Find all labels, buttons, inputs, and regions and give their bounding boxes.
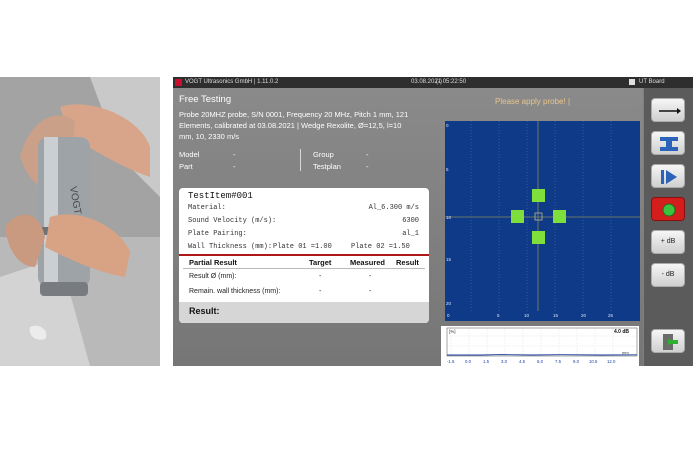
graph-x-tick: 4.5 bbox=[519, 359, 526, 364]
ascan-y-tick: 0 bbox=[446, 123, 449, 128]
result-diameter-label: Result Ø (mm): bbox=[189, 273, 237, 280]
page-title: Free Testing bbox=[179, 94, 232, 105]
signal-graph[interactable]: [%] 4.0 dB mm -1.5 0.0 1.5 3.0 4.5 6.0 7… bbox=[441, 326, 639, 366]
marker-top bbox=[532, 189, 545, 202]
graph-x-tick: 9.0 bbox=[573, 359, 580, 364]
sidebar: + dB - dB bbox=[644, 88, 693, 366]
remain-wall-measured: - bbox=[369, 288, 372, 295]
title-bar: VOGT Ultrasonics GmbH | 1.11.0.2 03.08.2… bbox=[173, 77, 693, 88]
graph-x-tick: -1.5 bbox=[447, 359, 455, 364]
record-button[interactable] bbox=[651, 197, 685, 221]
marker-right bbox=[553, 210, 566, 223]
wall-thickness-label: Wall Thickness (mm): bbox=[188, 243, 273, 251]
model-value: - bbox=[233, 150, 236, 159]
status-symbol: (-) bbox=[436, 79, 442, 85]
testplan-value: - bbox=[366, 162, 369, 171]
plus-db-button[interactable]: + dB bbox=[651, 230, 685, 254]
apply-probe-prompt: Please apply probe! | bbox=[495, 97, 571, 106]
part-label: Part bbox=[179, 162, 193, 171]
sound-velocity-label: Sound Velocity (m/s): bbox=[188, 217, 277, 225]
graph-x-tick: 1.5 bbox=[483, 359, 490, 364]
graph-x-tick: 7.5 bbox=[555, 359, 562, 364]
graph-x-tick: 6.0 bbox=[537, 359, 544, 364]
probe-info-line-2: Elements, calibrated at 03.08.2021 | Wed… bbox=[179, 121, 402, 130]
ascan-y-tick: 5 bbox=[446, 167, 449, 172]
col-result: Result bbox=[396, 258, 419, 267]
ascan-x-tick: 5 bbox=[497, 313, 500, 318]
material-value: Al_6.300 m/s bbox=[368, 204, 419, 212]
graph-x-tick: 12.0 bbox=[607, 359, 616, 364]
ascan-y-tick: 20 bbox=[446, 301, 452, 306]
test-item-title: TestItem#001 bbox=[188, 191, 253, 201]
test-item-card: TestItem#001 Material: Al_6.300 m/s Soun… bbox=[179, 188, 429, 323]
col-measured: Measured bbox=[350, 258, 386, 267]
plate-02-value: Plate 02 =1.50 bbox=[351, 243, 410, 251]
arrow-right-icon bbox=[659, 108, 681, 114]
exit-icon bbox=[663, 334, 678, 350]
material-label: Material: bbox=[188, 204, 226, 212]
probe-info-line-1: Probe 20MHZ probe, S/N 0001, Frequency 2… bbox=[179, 110, 409, 119]
col-partial-result: Partial Result bbox=[189, 258, 237, 267]
record-icon bbox=[662, 203, 676, 217]
remain-wall-label: Remain. wall thickness (mm): bbox=[189, 288, 281, 295]
minus-db-button[interactable]: - dB bbox=[651, 263, 685, 287]
beam-button[interactable] bbox=[651, 131, 685, 155]
plate-pairing-value: al_1 bbox=[402, 230, 419, 238]
ascan-x-tick: 25 bbox=[608, 313, 614, 318]
scan-view[interactable]: 0 5 10 15 20 25 0 5 10 15 20 bbox=[445, 121, 640, 321]
window-title: VOGT Ultrasonics GmbH | 1.11.0.2 bbox=[185, 79, 279, 85]
sound-velocity-value: 6300 bbox=[402, 217, 419, 225]
result-bar: Result: bbox=[179, 302, 429, 323]
part-value: - bbox=[233, 162, 236, 171]
marker-bottom bbox=[532, 231, 545, 244]
graph-x-tick: 3.0 bbox=[501, 359, 508, 364]
beam-icon bbox=[660, 137, 678, 151]
graph-x-tick: 0.0 bbox=[465, 359, 472, 364]
probe-info-line-3: mm, 10, 2330 m/s bbox=[179, 132, 240, 141]
battery-icon bbox=[629, 79, 635, 85]
ascan-x-tick: 20 bbox=[581, 313, 587, 318]
graph-y-label: [%] bbox=[449, 329, 456, 334]
ascan-x-tick: 10 bbox=[524, 313, 530, 318]
graph-x-tick: 10.5 bbox=[589, 359, 598, 364]
main-panel: Free Testing Probe 20MHZ probe, S/N 0001… bbox=[173, 88, 643, 366]
col-target: Target bbox=[309, 258, 332, 267]
plate-pairing-label: Plate Pairing: bbox=[188, 230, 247, 238]
table-header-divider bbox=[183, 268, 425, 269]
probe-photo: VOGT bbox=[0, 77, 160, 366]
result-diameter-measured: - bbox=[369, 273, 372, 280]
ascan-x-tick: 0 bbox=[447, 313, 450, 318]
testplan-label: Testplan bbox=[313, 162, 341, 171]
marker-left bbox=[511, 210, 524, 223]
ascan-y-tick: 15 bbox=[446, 257, 452, 262]
board-label: UT Board bbox=[639, 79, 665, 85]
info-divider bbox=[300, 149, 301, 171]
group-value: - bbox=[366, 150, 369, 159]
result-label: Result: bbox=[189, 306, 220, 316]
app-window: VOGT Ultrasonics GmbH | 1.11.0.2 03.08.2… bbox=[173, 77, 693, 366]
next-button[interactable] bbox=[651, 98, 685, 122]
model-label: Model bbox=[179, 150, 200, 159]
remain-wall-target: - bbox=[319, 288, 322, 295]
red-divider bbox=[179, 254, 429, 256]
play-step-icon bbox=[661, 170, 677, 184]
ascan-x-tick: 15 bbox=[553, 313, 559, 318]
plate-01-value: Plate 01 =1.00 bbox=[273, 243, 332, 251]
result-diameter-target: - bbox=[319, 273, 322, 280]
exit-button[interactable] bbox=[651, 329, 685, 353]
vogt-logo-icon bbox=[175, 79, 182, 86]
step-play-button[interactable] bbox=[651, 164, 685, 188]
graph-db: 4.0 dB bbox=[614, 329, 629, 335]
graph-x-unit: mm bbox=[622, 350, 629, 355]
group-label: Group bbox=[313, 150, 334, 159]
ascan-y-tick: 10 bbox=[446, 215, 452, 220]
